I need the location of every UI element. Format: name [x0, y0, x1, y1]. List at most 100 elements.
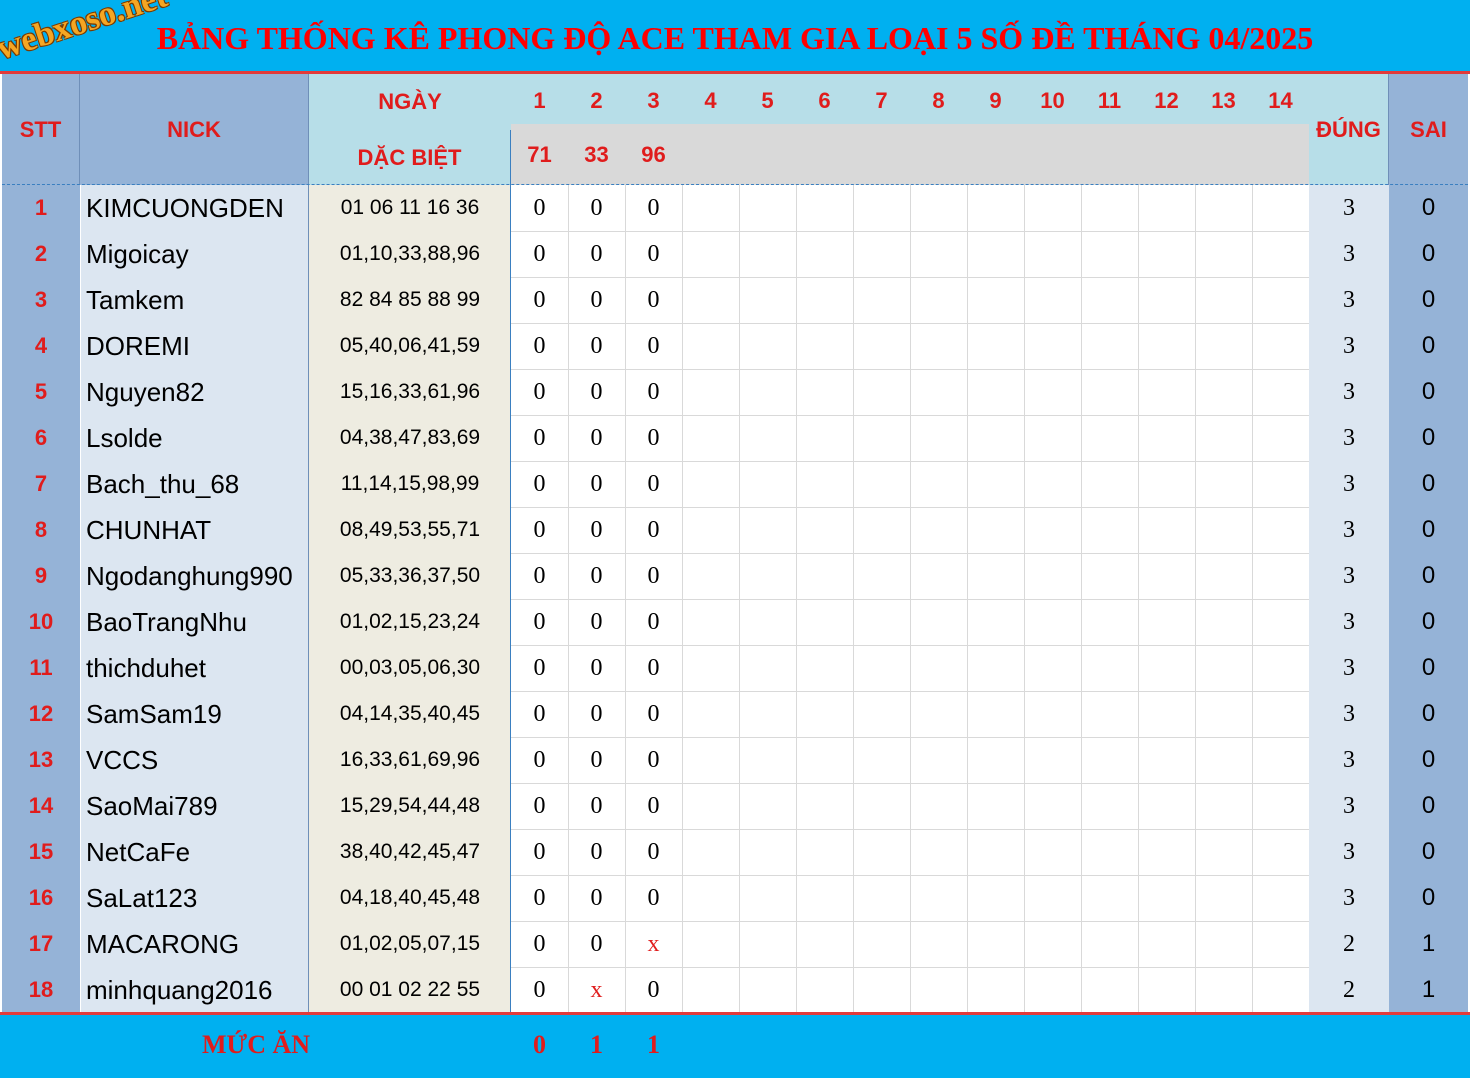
row-numbers: 04,18,40,45,48: [339, 886, 481, 909]
row-mark-day-3: 0: [647, 240, 660, 267]
row-sai: 0: [1421, 470, 1436, 497]
header-day-3: 3: [647, 88, 660, 113]
row-mark-day-2: 0: [590, 332, 603, 359]
row-nick: Ngodanghung990: [86, 560, 293, 591]
row-dung: 3: [1343, 240, 1355, 267]
row-mark-day-2: x: [590, 976, 603, 1003]
row-mark-day-3: 0: [647, 424, 660, 451]
row-sai: 0: [1421, 332, 1436, 359]
row-dung: 3: [1343, 424, 1355, 451]
row-mark-day-3: x: [647, 930, 660, 957]
row-numbers: 04,38,47,83,69: [339, 426, 481, 449]
row-dung: 3: [1343, 286, 1355, 313]
row-nick: SaLat123: [86, 882, 198, 913]
row-nick: minhquang2016: [86, 974, 273, 1005]
row-dung: 3: [1343, 746, 1355, 773]
row-stt: 18: [28, 977, 54, 1002]
header-dung: ĐÚNG: [1309, 74, 1389, 185]
row-mark-day-2: 0: [590, 194, 603, 221]
spreadsheet: BẢNG THỐNG KÊ PHONG ĐỘ ACE THAM GIA LOẠI…: [0, 0, 1470, 1078]
row-dung: 3: [1343, 884, 1355, 911]
row-mark-day-3: 0: [647, 838, 660, 865]
row-sai: 1: [1421, 976, 1436, 1003]
row-mark-day-3: 0: [647, 378, 660, 405]
row-dung: 3: [1343, 792, 1355, 819]
row-dung: 3: [1343, 654, 1355, 681]
row-nick: BaoTrangNhu: [86, 606, 247, 637]
row-dung: 3: [1343, 378, 1355, 405]
row-numbers: 05,33,36,37,50: [339, 564, 481, 587]
row-dung: 3: [1343, 516, 1355, 543]
row-sai: 0: [1421, 654, 1436, 681]
header-nick: NICK: [80, 74, 309, 185]
row-numbers: 82 84 85 88 99: [339, 288, 481, 311]
row-stt: 9: [34, 563, 48, 588]
row-mark-day-2: 0: [590, 608, 603, 635]
header-day-5: 5: [761, 88, 774, 113]
footer-label: MỨC ĂN: [201, 1030, 311, 1059]
row-mark-day-2: 0: [590, 700, 603, 727]
row-mark-day-1: 0: [533, 608, 546, 635]
footer-value-day-3: 1: [647, 1030, 660, 1059]
row-nick: SamSam19: [86, 698, 222, 729]
row-mark-day-1: 0: [533, 976, 546, 1003]
row-mark-day-1: 0: [533, 470, 546, 497]
row-numbers: 00,03,05,06,30: [339, 656, 481, 679]
row-numbers: 01 06 11 16 36: [340, 196, 480, 219]
row-dung: 3: [1343, 838, 1355, 865]
row-mark-day-1: 0: [533, 286, 546, 313]
header-day-8: 8: [932, 88, 945, 113]
row-mark-day-2: 0: [590, 746, 603, 773]
row-stt: 3: [34, 287, 48, 312]
header-day-4: 4: [704, 88, 717, 113]
row-mark-day-2: 0: [590, 930, 603, 957]
row-stt: 11: [29, 655, 53, 680]
row-numbers: 05,40,06,41,59: [339, 334, 481, 357]
row-stt: 12: [28, 701, 54, 726]
row-nick: Migoicay: [86, 238, 189, 269]
header-day-10: 10: [1040, 88, 1065, 113]
row-stt: 14: [28, 793, 54, 818]
header-day-13: 13: [1211, 88, 1236, 113]
row-sai: 0: [1421, 286, 1436, 313]
row-stt: 8: [34, 517, 48, 542]
row-dung: 3: [1343, 700, 1355, 727]
row-mark-day-1: 0: [533, 378, 546, 405]
row-sai: 0: [1421, 792, 1436, 819]
row-mark-day-3: 0: [647, 976, 660, 1003]
row-mark-day-3: 0: [647, 746, 660, 773]
row-dung: 3: [1343, 194, 1355, 221]
row-numbers: 15,16,33,61,96: [339, 380, 481, 403]
header-day-14: 14: [1268, 88, 1293, 113]
header-day-9: 9: [989, 88, 1002, 113]
row-sai: 1: [1421, 930, 1436, 957]
row-mark-day-3: 0: [647, 286, 660, 313]
row-mark-day-1: 0: [533, 424, 546, 451]
row-numbers: 16,33,61,69,96: [339, 748, 481, 771]
row-mark-day-3: 0: [647, 608, 660, 635]
row-stt: 16: [28, 885, 54, 910]
header-day-1: 1: [533, 88, 546, 113]
header-stt: STT: [2, 74, 80, 185]
row-numbers: 01,02,05,07,15: [339, 932, 481, 955]
row-mark-day-2: 0: [590, 286, 603, 313]
row-stt: 10: [28, 609, 54, 634]
row-sai: 0: [1421, 746, 1436, 773]
row-mark-day-1: 0: [533, 240, 546, 267]
row-mark-day-2: 0: [590, 884, 603, 911]
row-dung: 3: [1343, 608, 1355, 635]
header-result-3: 96: [641, 141, 666, 167]
row-numbers: 38,40,42,45,47: [339, 840, 481, 863]
row-mark-day-2: 0: [590, 562, 603, 589]
row-mark-day-3: 0: [647, 562, 660, 589]
header-ngay: NGÀY: [309, 74, 511, 130]
row-mark-day-2: 0: [590, 424, 603, 451]
row-stt: 17: [28, 931, 54, 956]
row-mark-day-1: 0: [533, 700, 546, 727]
row-mark-day-3: 0: [647, 194, 660, 221]
row-mark-day-1: 0: [533, 562, 546, 589]
row-nick: Tamkem: [86, 284, 185, 315]
header-day-2: 2: [590, 88, 603, 113]
row-mark-day-2: 0: [590, 378, 603, 405]
row-nick: Lsolde: [86, 422, 163, 453]
